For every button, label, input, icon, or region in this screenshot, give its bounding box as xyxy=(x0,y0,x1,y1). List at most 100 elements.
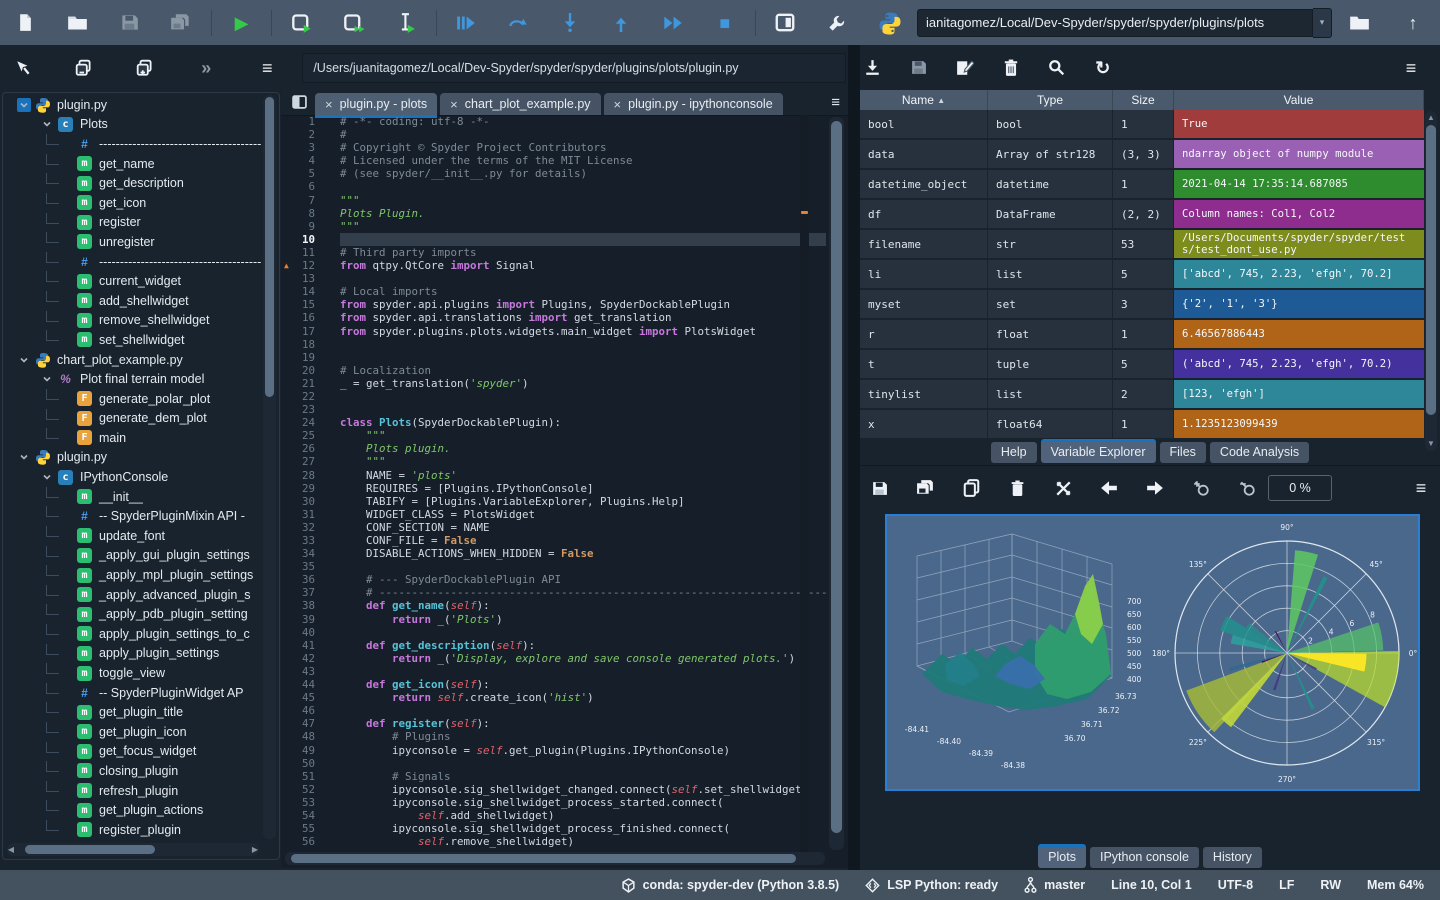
variable-row-data[interactable]: dataArray of str128(3, 3)ndarray object … xyxy=(860,140,1424,170)
code-line[interactable]: 19 xyxy=(281,351,826,364)
remove-all-plots-button[interactable] xyxy=(1048,473,1078,503)
zoom-out-button[interactable] xyxy=(1232,473,1262,503)
tab-history[interactable]: History xyxy=(1203,847,1262,868)
previous-plot-button[interactable] xyxy=(1094,473,1124,503)
variable-value[interactable]: True xyxy=(1174,110,1424,140)
outline-item-__init__[interactable]: m__init__ xyxy=(3,487,261,507)
editor-tab[interactable]: ×plugin.py - plots xyxy=(315,93,437,115)
variable-explorer-scrollbar[interactable]: ▲ ▼ xyxy=(1425,111,1437,451)
scroll-right-icon[interactable]: ▶ xyxy=(249,845,261,854)
run-cell-advance-button[interactable] xyxy=(338,6,370,40)
save-plot-button[interactable] xyxy=(864,473,894,503)
code-line[interactable]: 51 # Signals xyxy=(281,770,826,783)
code-line[interactable]: 25 """ xyxy=(281,429,826,442)
variable-row-li[interactable]: lilist5['abcd', 745, 2.23, 'efgh', 70.2] xyxy=(860,260,1424,290)
column-header-type[interactable]: Type xyxy=(988,90,1113,110)
conda-env-status[interactable]: conda: spyder-dev (Python 3.8.5) xyxy=(621,878,840,893)
close-icon[interactable]: × xyxy=(450,97,458,112)
outline-item-plugin-py[interactable]: plugin.py xyxy=(3,95,261,115)
outline-item-apply_plugin_settings[interactable]: mapply_plugin_settings xyxy=(3,644,261,664)
code-line[interactable]: 1# -*- coding: utf-8 -*- xyxy=(281,115,826,128)
code-line[interactable]: 37 # -----------------------------------… xyxy=(281,586,826,599)
outline-item-closing_plugin[interactable]: mclosing_plugin xyxy=(3,761,261,781)
code-line[interactable]: 47 def register(self): xyxy=(281,717,826,730)
code-line[interactable]: 13 xyxy=(281,272,826,285)
variable-value[interactable]: [123, 'efgh'] xyxy=(1174,380,1424,410)
outline-item-refresh_plugin[interactable]: mrefresh_plugin xyxy=(3,781,261,801)
variable-row-r[interactable]: rfloat16.46567886443 xyxy=(860,320,1424,350)
code-line[interactable]: 16from spyder.api.translations import ge… xyxy=(281,311,826,324)
outline-item-remove_shellwidget[interactable]: mremove_shellwidget xyxy=(3,311,261,331)
code-line[interactable]: 9""" xyxy=(281,220,826,233)
outline-item-get_plugin_icon[interactable]: mget_plugin_icon xyxy=(3,722,261,742)
code-line[interactable]: 49 ipyconsole = self.get_plugin(Plugins.… xyxy=(281,744,826,757)
open-file-button[interactable] xyxy=(62,6,94,40)
outline-item-get_description[interactable]: mget_description xyxy=(3,173,261,193)
editor-tabs-menu-button[interactable]: ≡ xyxy=(831,94,840,111)
code-line[interactable]: 3# Copyright © Spyder Project Contributo… xyxy=(281,141,826,154)
code-line[interactable]: 38 def get_name(self): xyxy=(281,599,826,612)
code-line[interactable]: 35 xyxy=(281,560,826,573)
search-variable-button[interactable] xyxy=(1042,53,1072,83)
outline-item-get_focus_widget[interactable]: mget_focus_widget xyxy=(3,742,261,762)
close-icon[interactable]: × xyxy=(614,97,622,112)
editor-file-path[interactable]: /Users/juanitagomez/Local/Dev-Spyder/spy… xyxy=(302,53,845,83)
code-line[interactable]: 34 DISABLE_ACTIONS_WHEN_HIDDEN = False xyxy=(281,547,826,560)
editor-horizontal-scrollbar[interactable] xyxy=(285,852,825,865)
tab-code-analysis[interactable]: Code Analysis xyxy=(1210,442,1309,463)
debug-step-into-button[interactable] xyxy=(554,6,586,40)
code-line[interactable]: 42 return _('Display, explore and save c… xyxy=(281,652,826,665)
expand-all-button[interactable] xyxy=(130,53,160,83)
browse-directory-button[interactable] xyxy=(1342,6,1376,40)
tab-plots[interactable]: Plots xyxy=(1038,847,1086,868)
save-data-button[interactable] xyxy=(904,53,934,83)
variable-value[interactable]: /Users/Documents/spyder/spyder/tests/tes… xyxy=(1174,230,1424,260)
code-line[interactable]: 5# (see spyder/__init__.py for details) xyxy=(281,167,826,180)
chevron-down-icon[interactable] xyxy=(17,98,31,112)
import-data-button[interactable] xyxy=(858,53,888,83)
code-line[interactable]: 15from spyder.api.plugins import Plugins… xyxy=(281,298,826,311)
code-line[interactable]: 45 return self.create_icon('hist') xyxy=(281,691,826,704)
variable-value[interactable]: ndarray object of numpy module xyxy=(1174,140,1424,170)
variable-value[interactable]: 6.46567886443 xyxy=(1174,320,1424,350)
save-data-as-button[interactable] xyxy=(950,53,980,83)
tab-files[interactable]: Files xyxy=(1160,442,1206,463)
working-directory-input[interactable] xyxy=(917,9,1313,37)
code-line[interactable]: 18 xyxy=(281,338,826,351)
variable-value[interactable]: ('abcd', 745, 2.23, 'efgh', 70.2) xyxy=(1174,350,1424,380)
save-all-button[interactable] xyxy=(165,6,197,40)
plots-menu-button[interactable]: ≡ xyxy=(1406,473,1436,503)
outline-item-plots[interactable]: cPlots xyxy=(3,115,261,135)
tab-help[interactable]: Help xyxy=(991,442,1037,463)
warning-marker[interactable] xyxy=(801,211,808,214)
variable-value[interactable]: 1.1235123099439 xyxy=(1174,410,1424,440)
plot-figure-canvas[interactable]: 70065060055050045040036.7336.7236.7136.7… xyxy=(885,514,1420,791)
scroll-left-icon[interactable]: ◀ xyxy=(5,845,17,854)
code-line[interactable]: 2# xyxy=(281,128,826,141)
outline-item-get_plugin_actions[interactable]: mget_plugin_actions xyxy=(3,800,261,820)
outline-item-unregister[interactable]: munregister xyxy=(3,232,261,252)
debug-continue-button[interactable] xyxy=(657,6,689,40)
outline-item-get_plugin_title[interactable]: mget_plugin_title xyxy=(3,702,261,722)
collapse-all-button[interactable] xyxy=(69,53,99,83)
column-header-value[interactable]: Value xyxy=(1174,90,1424,110)
column-header-name[interactable]: Name ▲ xyxy=(860,90,988,110)
outline-item-register_plugin[interactable]: mregister_plugin xyxy=(3,820,261,839)
next-plot-button[interactable] xyxy=(1140,473,1170,503)
outline-item-register[interactable]: mregister xyxy=(3,213,261,233)
variable-value[interactable]: {'2', '1', '3'} xyxy=(1174,290,1424,320)
zoom-level-display[interactable]: 0 % xyxy=(1268,475,1332,501)
code-line[interactable]: 24class Plots(SpyderDockablePlugin): xyxy=(281,416,826,429)
memory-status[interactable]: Mem 64% xyxy=(1367,878,1424,892)
tab-ipython-console[interactable]: IPython console xyxy=(1090,847,1199,868)
save-button[interactable] xyxy=(113,6,145,40)
variable-row-myset[interactable]: mysetset3{'2', '1', '3'} xyxy=(860,290,1424,320)
outline-item-main[interactable]: Fmain xyxy=(3,428,261,448)
outline-item-apply_plugin_settings_to_c[interactable]: mapply_plugin_settings_to_c xyxy=(3,624,261,644)
outline-item-current_widget[interactable]: mcurrent_widget xyxy=(3,271,261,291)
code-line[interactable]: 55 ipyconsole.sig_shellwidget_process_fi… xyxy=(281,822,826,835)
code-line[interactable]: 40 xyxy=(281,626,826,639)
vertical-splitter[interactable] xyxy=(848,45,860,870)
code-line[interactable]: 22 xyxy=(281,390,826,403)
code-line[interactable]: 43 xyxy=(281,665,826,678)
